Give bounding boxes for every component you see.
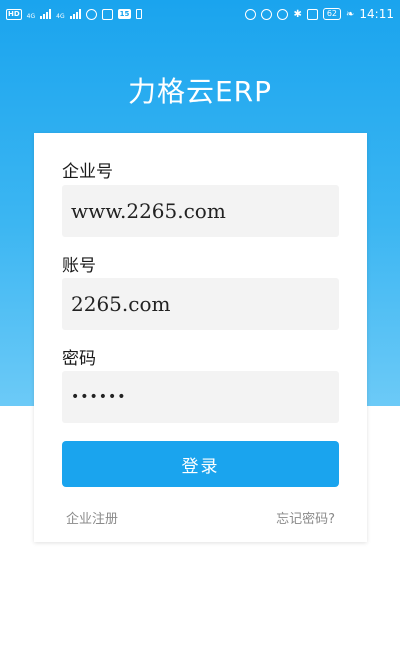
network-type-1: 4G: [26, 13, 36, 20]
notification-icon: [85, 8, 97, 20]
notification-badge: 15: [117, 9, 132, 19]
alarm-icon: [277, 8, 289, 20]
register-link[interactable]: 企业注册: [66, 508, 118, 527]
network-type-2: 4G: [56, 13, 65, 20]
login-button[interactable]: 登录: [62, 441, 339, 487]
bluetooth-icon: ✱: [293, 8, 302, 20]
signal-icon-1: [40, 9, 52, 19]
leaf-icon: ❧: [346, 8, 355, 20]
headset-icon: [245, 8, 257, 20]
clock: 14:11: [359, 7, 394, 21]
password-label: 密码: [62, 349, 96, 369]
vibrate-icon: [306, 8, 318, 20]
signal-icon-2: [69, 9, 81, 19]
company-label: 企业号: [62, 162, 113, 182]
hd-icon: HD: [6, 8, 22, 20]
app-title: 力格云ERP: [127, 75, 273, 108]
eye-icon: [261, 8, 273, 20]
password-input[interactable]: [62, 371, 339, 423]
login-card: 企业号 账号 密码 登录 企业注册 忘记密码?: [34, 133, 367, 542]
account-input[interactable]: [62, 278, 339, 330]
account-label: 账号: [62, 256, 96, 276]
battery-icon: 62: [322, 8, 342, 20]
company-input[interactable]: [62, 185, 339, 237]
status-bar: HD 4G 4G 15 ✱ 62 ❧ 14:11: [0, 0, 400, 28]
small-battery-icon: [136, 9, 143, 19]
forgot-password-link[interactable]: 忘记密码?: [276, 508, 335, 527]
message-icon: [101, 8, 113, 20]
